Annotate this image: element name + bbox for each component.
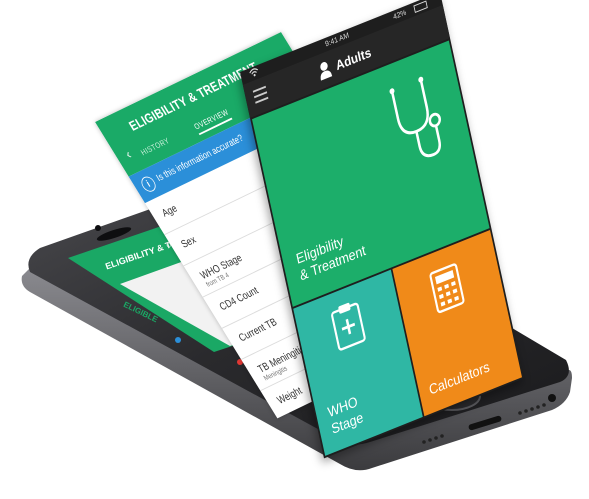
back-arrow-icon[interactable]: ‹ [123,147,135,163]
row-label: Weight [274,384,305,407]
tile-label: Eligibility & Treatment [295,226,368,285]
person-icon [320,62,333,81]
app-promo-illustration: ELIGIBILITY & TREATMENT OVERVIEW ELIGIBL… [0,0,589,499]
wifi-icon [249,68,259,77]
calculator-icon [429,263,465,314]
row-label: Current TB [236,315,280,344]
headphone-jack [548,394,556,402]
tile-label: WHO Stage [326,393,365,439]
hamburger-menu-icon[interactable] [252,85,269,104]
page-title: Adults [334,44,373,73]
tile-label: Calculators [427,358,492,399]
row-label: Age [159,201,180,220]
stethoscope-icon [389,76,441,158]
front-camera [95,225,101,231]
clipboard-plus-icon [331,302,366,351]
row-label: CD4 Count [216,284,261,313]
tab-history[interactable]: HISTORY [139,136,171,157]
row-label: Sex [178,233,199,251]
